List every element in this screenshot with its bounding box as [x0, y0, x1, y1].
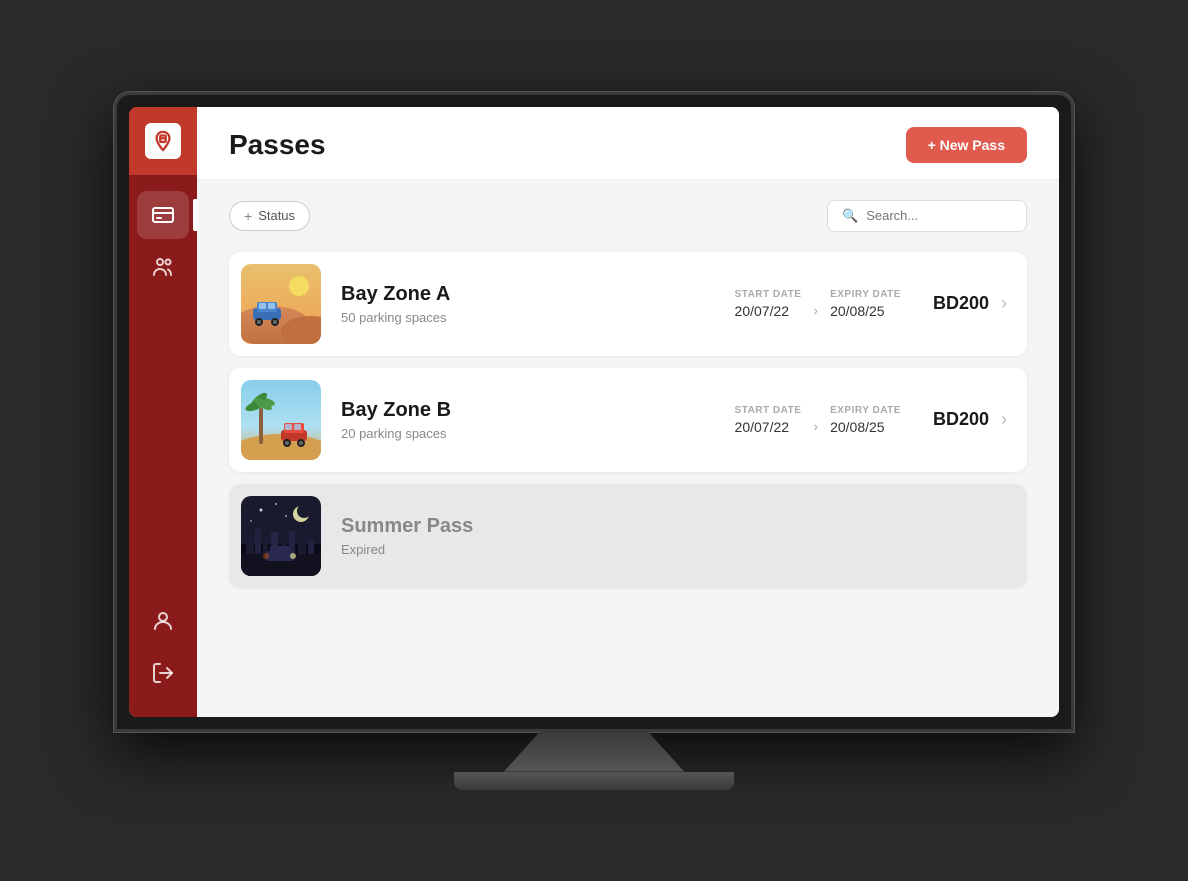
pass-info-bay-zone-b: Bay Zone B 20 parking spaces: [341, 399, 735, 441]
expiry-date-label: EXPIRY DATE: [830, 289, 901, 300]
expiry-date-value: 20/08/25: [830, 419, 901, 435]
monitor-base: [454, 772, 734, 790]
expiry-date-group: EXPIRY DATE 20/08/25: [830, 405, 901, 435]
pass-info-bay-zone-a: Bay Zone A 50 parking spaces: [341, 283, 735, 325]
logo-icon: [145, 123, 181, 159]
sidebar-item-logout[interactable]: [137, 649, 189, 697]
pass-thumbnail-bay-zone-a: [241, 264, 321, 344]
pass-card-bay-zone-b[interactable]: Bay Zone B 20 parking spaces START DATE …: [229, 368, 1027, 472]
monitor-stand: [504, 732, 684, 772]
status-filter-label: Status: [258, 208, 295, 223]
search-icon: 🔍: [842, 208, 858, 224]
pass-thumbnail-summer-pass: [241, 496, 321, 576]
chevron-right-icon: ›: [1001, 409, 1007, 430]
pass-card-bay-zone-a[interactable]: Bay Zone A 50 parking spaces START DATE …: [229, 252, 1027, 356]
pass-thumbnail-bay-zone-b: [241, 380, 321, 460]
start-date-label: START DATE: [735, 289, 802, 300]
sidebar-logo: [129, 107, 197, 175]
expiry-date-label: EXPIRY DATE: [830, 405, 901, 416]
main-content: Passes + New Pass + Status 🔍: [197, 107, 1059, 717]
start-date-label: START DATE: [735, 405, 802, 416]
start-date-value: 20/07/22: [735, 303, 802, 319]
page-title: Passes: [229, 129, 326, 161]
pass-name: Summer Pass: [341, 515, 1007, 538]
pass-subtitle: 50 parking spaces: [341, 310, 735, 325]
sidebar-item-profile[interactable]: [137, 597, 189, 645]
pass-name: Bay Zone B: [341, 399, 735, 422]
pass-info-summer-pass: Summer Pass Expired: [341, 515, 1007, 557]
sidebar-item-passes[interactable]: [137, 191, 189, 239]
date-arrow-icon: ›: [813, 418, 818, 434]
chevron-right-icon: ›: [1001, 293, 1007, 314]
pass-dates-bay-zone-a: START DATE 20/07/22 › EXPIRY DATE 20/08/…: [735, 289, 901, 319]
pass-price-bay-zone-b: BD200: [933, 409, 989, 430]
pass-card-summer-pass[interactable]: Summer Pass Expired: [229, 484, 1027, 588]
search-box: 🔍: [827, 200, 1027, 232]
sidebar: [129, 107, 197, 717]
passes-list: Bay Zone A 50 parking spaces START DATE …: [229, 252, 1027, 588]
status-plus-icon: +: [244, 208, 252, 224]
start-date-value: 20/07/22: [735, 419, 802, 435]
status-filter[interactable]: + Status: [229, 201, 310, 231]
pass-dates-bay-zone-b: START DATE 20/07/22 › EXPIRY DATE 20/08/…: [735, 405, 901, 435]
sidebar-item-users[interactable]: [137, 243, 189, 291]
filters-row: + Status 🔍: [229, 200, 1027, 232]
pass-subtitle: 20 parking spaces: [341, 426, 735, 441]
sidebar-nav: [129, 175, 197, 597]
expiry-date-group: EXPIRY DATE 20/08/25: [830, 289, 901, 319]
start-date-group: START DATE 20/07/22: [735, 289, 802, 319]
date-arrow-icon: ›: [813, 302, 818, 318]
pass-price-bay-zone-a: BD200: [933, 293, 989, 314]
pass-expired-label: Expired: [341, 542, 1007, 557]
search-input[interactable]: [866, 208, 1012, 223]
main-body: + Status 🔍: [197, 180, 1059, 717]
start-date-group: START DATE 20/07/22: [735, 405, 802, 435]
new-pass-button[interactable]: + New Pass: [906, 127, 1027, 163]
pass-name: Bay Zone A: [341, 283, 735, 306]
main-header: Passes + New Pass: [197, 107, 1059, 180]
sidebar-bottom: [137, 597, 189, 717]
expiry-date-value: 20/08/25: [830, 303, 901, 319]
